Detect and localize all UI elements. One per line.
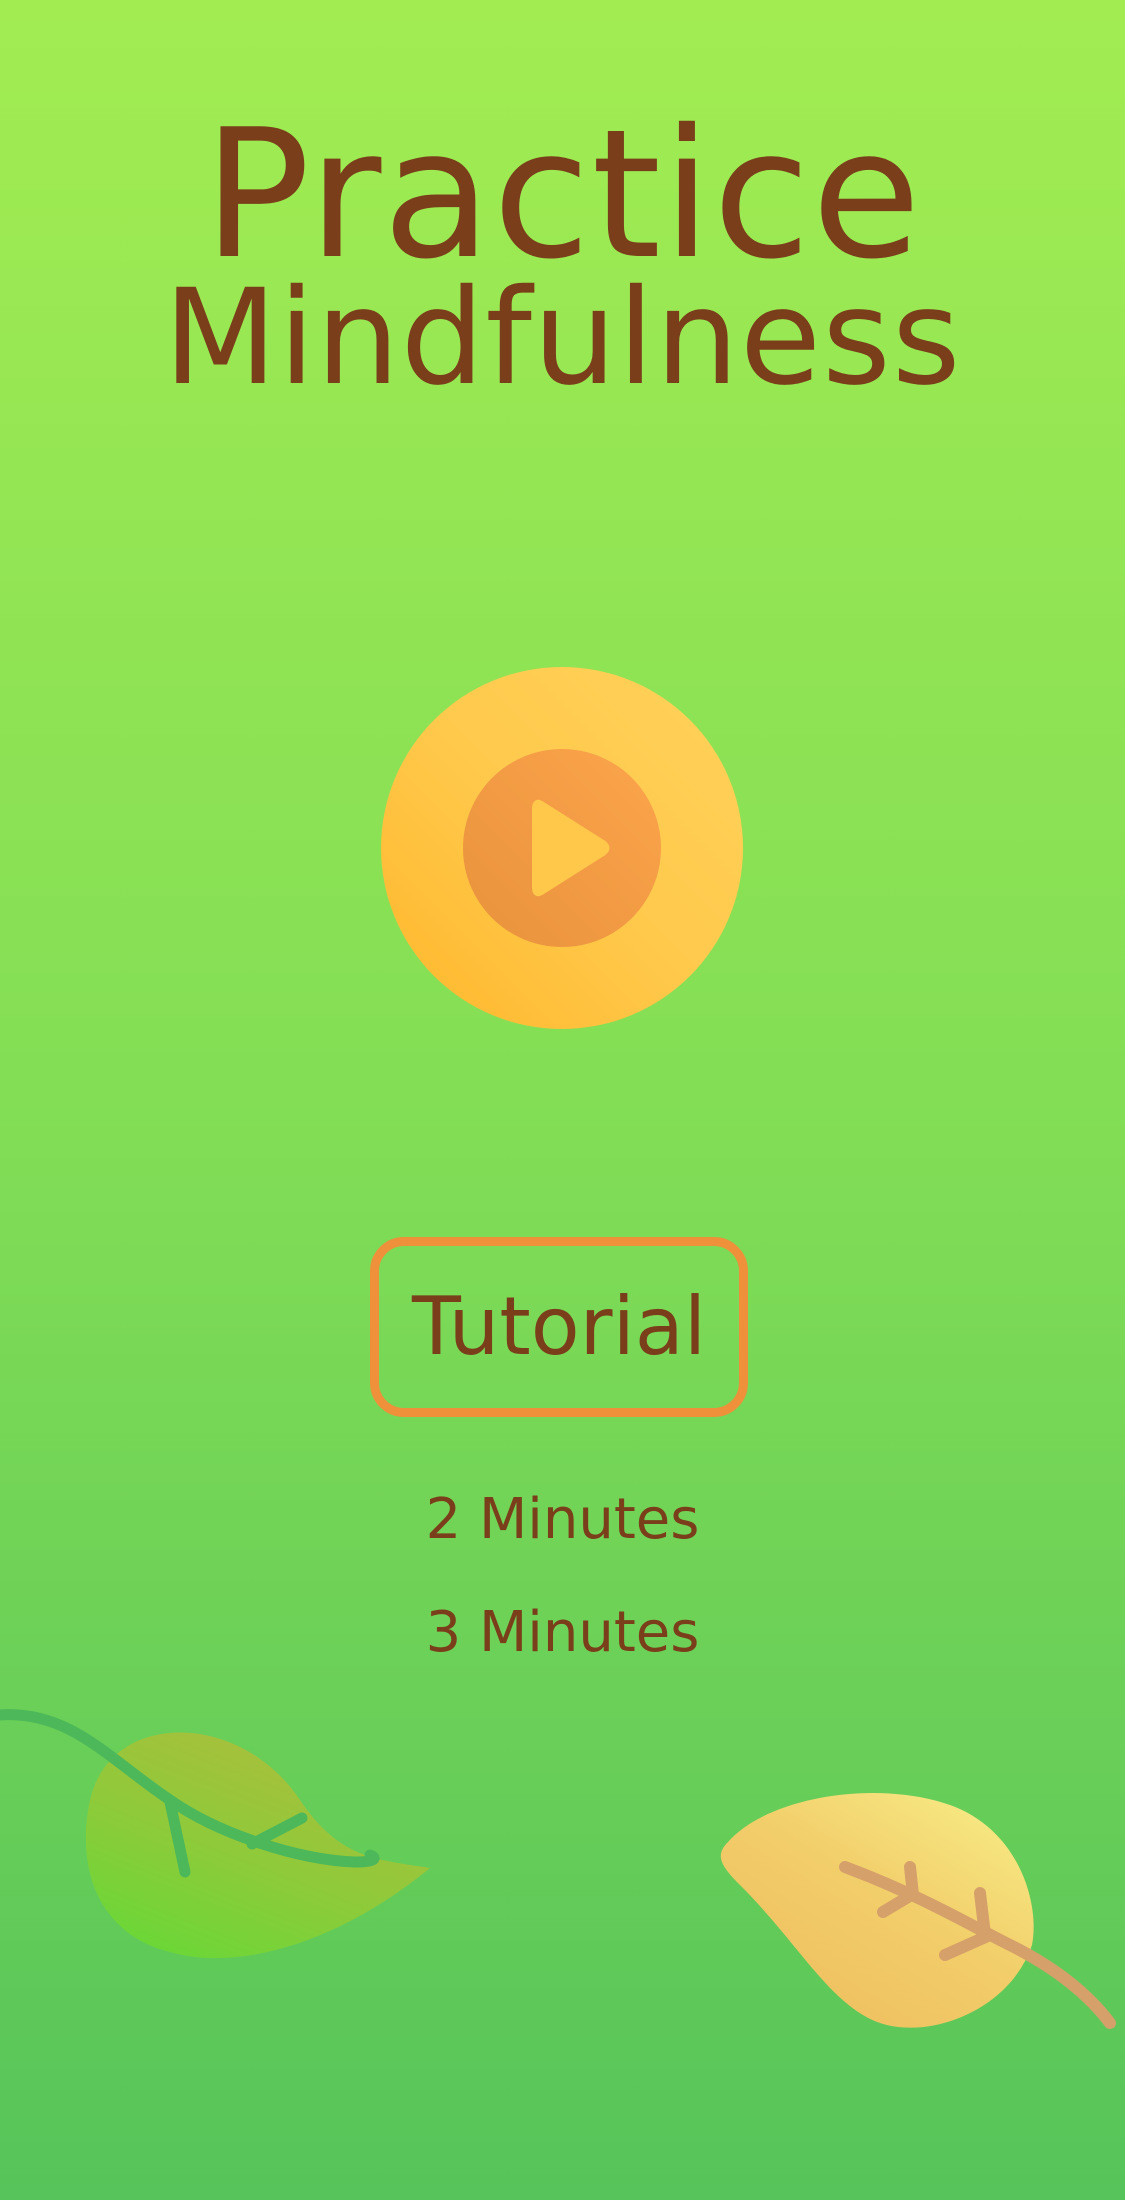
duration-option-3-minutes[interactable]: 3 Minutes [0, 1601, 1125, 1665]
title-practice: Practice [203, 91, 922, 298]
play-button-inner[interactable] [463, 749, 661, 947]
green-leaf-icon [0, 1709, 430, 1959]
yellow-leaf-icon [720, 1793, 1116, 2029]
title-mindfulness: Mindfulness [163, 261, 962, 415]
play-button[interactable] [381, 667, 743, 1029]
duration-option-2-minutes[interactable]: 2 Minutes [0, 1488, 1125, 1552]
tutorial-button[interactable]: Tutorial [370, 1237, 748, 1417]
play-icon [532, 799, 610, 897]
